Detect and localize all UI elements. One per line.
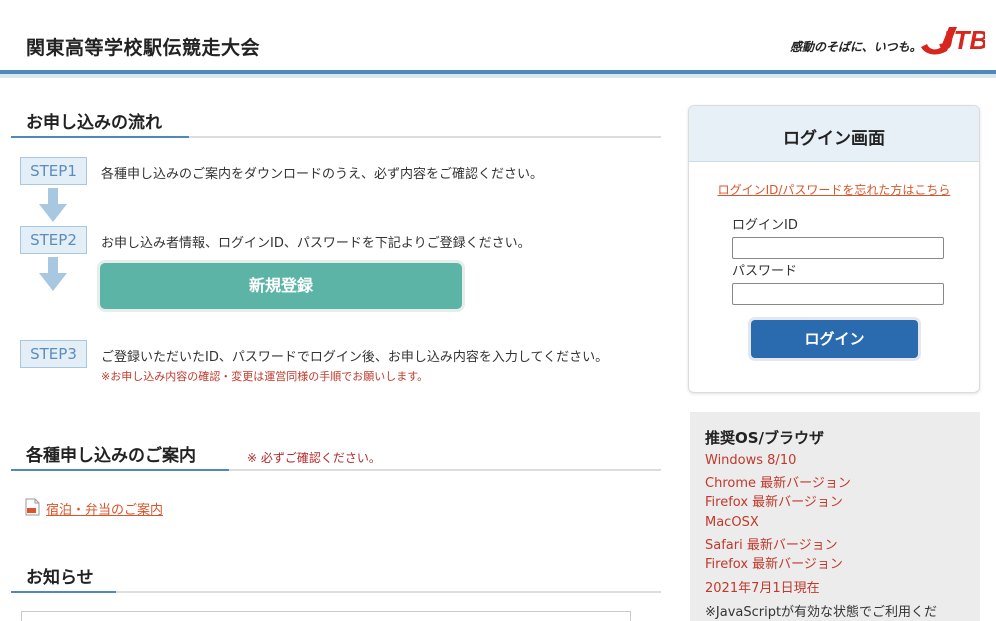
header-divider-light xyxy=(0,74,996,78)
recommended-os-panel: 推奨OS/ブラウザ Windows 8/10 Chrome 最新バージョン Fi… xyxy=(690,412,980,621)
os-title: 推奨OS/ブラウザ xyxy=(705,429,825,447)
site-header: 関東高等学校駅伝競走大会 感動のそばに、いつも。 JTB xyxy=(0,0,996,78)
flow-title-underline xyxy=(11,136,189,138)
step3-note: ※お申し込み内容の確認・変更は運営同様の手順でお願いします。 xyxy=(101,370,429,383)
step-arrow-icon xyxy=(39,257,67,291)
os-as-of-date: 2021年7月1日現在 xyxy=(705,581,820,596)
news-title-underline xyxy=(11,591,116,593)
os-windows: Windows 8/10 xyxy=(705,453,797,468)
step2-text: お申し込み者情報、ログインID、パスワードを下記よりご登録ください。 xyxy=(101,236,531,251)
os-mac: MacOSX xyxy=(705,515,759,530)
site-title: 関東高等学校駅伝競走大会 xyxy=(26,37,261,59)
login-header: ログイン画面 xyxy=(689,106,979,162)
jtb-logo[interactable]: JTB xyxy=(917,17,985,59)
news-section-head: お知らせ xyxy=(11,563,661,593)
step3-label: STEP3 xyxy=(20,340,87,368)
register-button[interactable]: 新規登録 xyxy=(100,263,462,309)
login-title: ログイン画面 xyxy=(783,129,885,149)
step-arrow-icon xyxy=(39,188,67,222)
step1-label: STEP1 xyxy=(20,157,87,185)
step2-label: STEP2 xyxy=(20,226,87,254)
login-button[interactable]: ログイン xyxy=(751,320,918,358)
step3-text: ご登録いただいたID、パスワードでログイン後、お申し込み内容を入力してください。 xyxy=(101,350,609,365)
forgot-password-link[interactable]: ログインID/パスワードを忘れた方はこちら xyxy=(689,181,979,198)
guide-section-head: 各種申し込みのご案内 ※ 必ずご確認ください。 xyxy=(11,441,661,471)
login-id-label: ログインID xyxy=(732,218,798,233)
login-panel: ログイン画面 ログインID/パスワードを忘れた方はこちら ログインID パスワー… xyxy=(688,105,980,393)
guide-title-underline xyxy=(11,469,229,471)
guide-title: 各種申し込みのご案内 xyxy=(26,446,196,466)
news-title: お知らせ xyxy=(26,568,94,588)
tagline: 感動のそばに、いつも。 xyxy=(790,40,922,54)
logo-text: JTB xyxy=(939,25,985,55)
password-input[interactable] xyxy=(732,283,944,305)
os-js-note: ※JavaScriptが有効な状態でご利用くだ xyxy=(705,605,938,620)
news-box xyxy=(21,611,631,621)
flow-section-head: お申し込みの流れ xyxy=(11,108,661,138)
os-mac-safari: Safari 最新バージョン xyxy=(705,538,838,553)
lodging-bento-guide-link[interactable]: 宿泊・弁当のご案内 xyxy=(46,499,163,518)
step1-text: 各種申し込みのご案内をダウンロードのうえ、必ず内容をご確認ください。 xyxy=(101,167,544,182)
login-id-input[interactable] xyxy=(732,237,944,259)
guide-note: ※ 必ずご確認ください。 xyxy=(247,451,381,465)
os-win-chrome: Chrome 最新バージョン xyxy=(705,476,851,491)
os-win-firefox: Firefox 最新バージョン xyxy=(705,495,843,510)
os-mac-firefox: Firefox 最新バージョン xyxy=(705,557,843,572)
document-icon xyxy=(25,498,40,516)
flow-title: お申し込みの流れ xyxy=(26,113,162,133)
password-label: パスワード xyxy=(732,264,798,279)
